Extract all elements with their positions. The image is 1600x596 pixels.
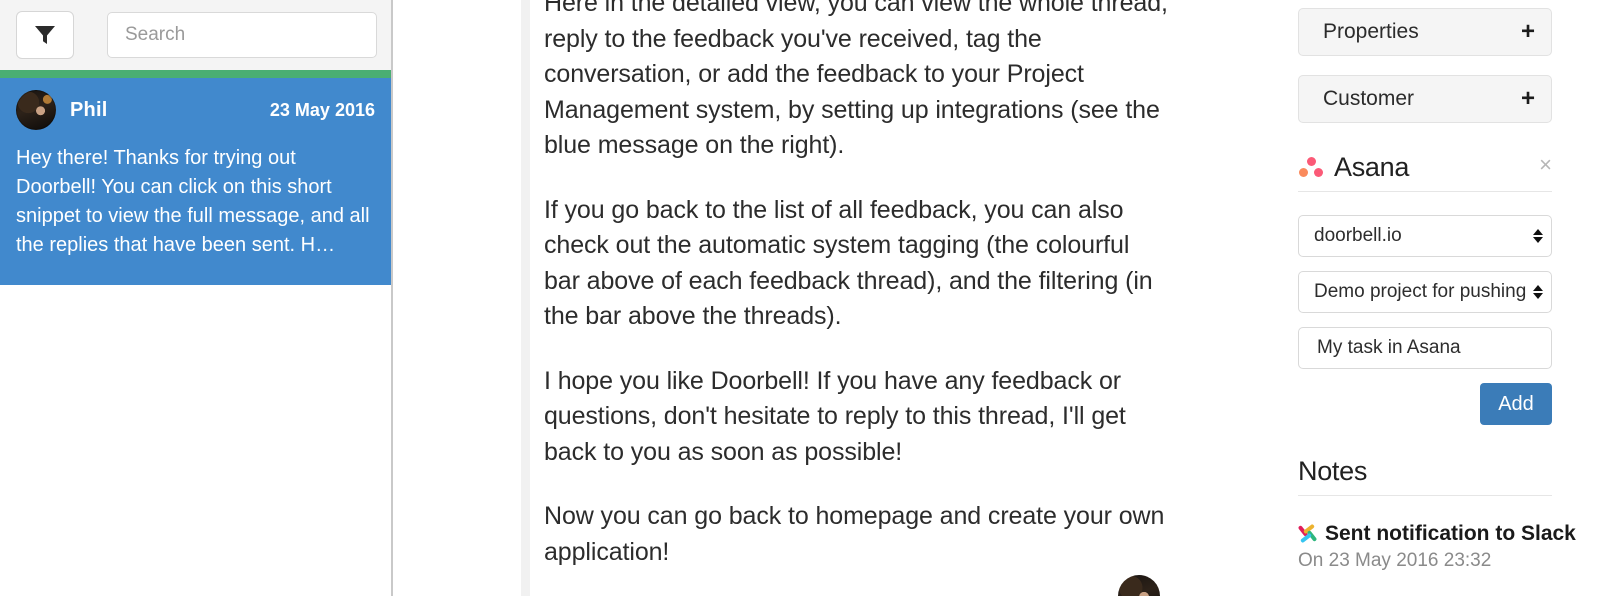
asana-account-value: doorbell.io [1314,225,1402,246]
feedback-detail-screen: Phil 23 May 2016 Hey there! Thanks for t… [0,0,1600,596]
note-date: On 23 May 2016 23:32 [1298,550,1492,571]
thread-list-toolbar [0,0,391,70]
asana-section-title: Asana [1334,152,1410,182]
slack-logo-icon [1297,523,1318,544]
thread-author: Phil [70,98,108,121]
plus-icon: + [1520,85,1535,112]
thread-list-item[interactable]: Phil 23 May 2016 Hey there! Thanks for t… [0,70,391,285]
avatar [16,90,56,130]
asana-logo-icon [1298,156,1324,179]
vertical-divider [521,0,530,596]
note-title-row: Sent notification to Slack [1297,522,1576,546]
list-item: Sent notification to Slack On 23 May 201… [1297,522,1576,572]
chevron-updown-icon [1531,280,1545,304]
chevron-updown-icon [1531,224,1545,248]
plus-icon: + [1520,18,1535,45]
filter-button[interactable] [16,11,74,59]
details-sidebar: Properties + Customer + Asana × doorbell… [1284,0,1600,596]
thread-header: Phil 23 May 2016 [0,78,391,130]
message-body: Here in the detailed view, you can view … [544,0,1169,596]
message-detail-pane: Here in the detailed view, you can view … [530,0,1280,596]
filter-funnel-icon [34,25,56,45]
customer-panel-toggle[interactable]: Customer + [1298,75,1552,123]
close-icon[interactable]: × [1539,154,1552,176]
asana-project-select[interactable]: Demo project for pushing f [1298,271,1552,313]
asana-account-select[interactable]: doorbell.io [1298,215,1552,257]
thread-list-sidebar: Phil 23 May 2016 Hey there! Thanks for t… [0,0,393,596]
notes-section-header: Notes [1298,456,1552,496]
message-paragraph: Now you can go back to homepage and crea… [544,502,1165,566]
message-paragraph: If you go back to the list of all feedba… [544,195,1153,331]
message-paragraph: Here in the detailed view, you can view … [544,0,1168,159]
customer-label: Customer [1323,87,1415,110]
asana-task-input[interactable]: My task in Asana [1298,327,1552,369]
sidebar-gutter [395,0,521,596]
asana-project-value: Demo project for pushing f [1314,281,1531,302]
properties-label: Properties [1323,20,1419,43]
notes-section-title: Notes [1298,456,1368,486]
add-button[interactable]: Add [1480,383,1552,425]
note-title: Sent notification to Slack [1325,522,1576,545]
thread-snippet: Hey there! Thanks for trying out Doorbel… [16,147,370,256]
message-paragraph: I hope you like Doorbell! If you have an… [544,366,1126,466]
properties-panel-toggle[interactable]: Properties + [1298,8,1552,56]
asana-section-header: Asana × [1298,152,1552,192]
search-input[interactable] [107,12,377,58]
thread-date: 23 May 2016 [269,100,375,120]
asana-task-value: My task in Asana [1317,337,1461,358]
